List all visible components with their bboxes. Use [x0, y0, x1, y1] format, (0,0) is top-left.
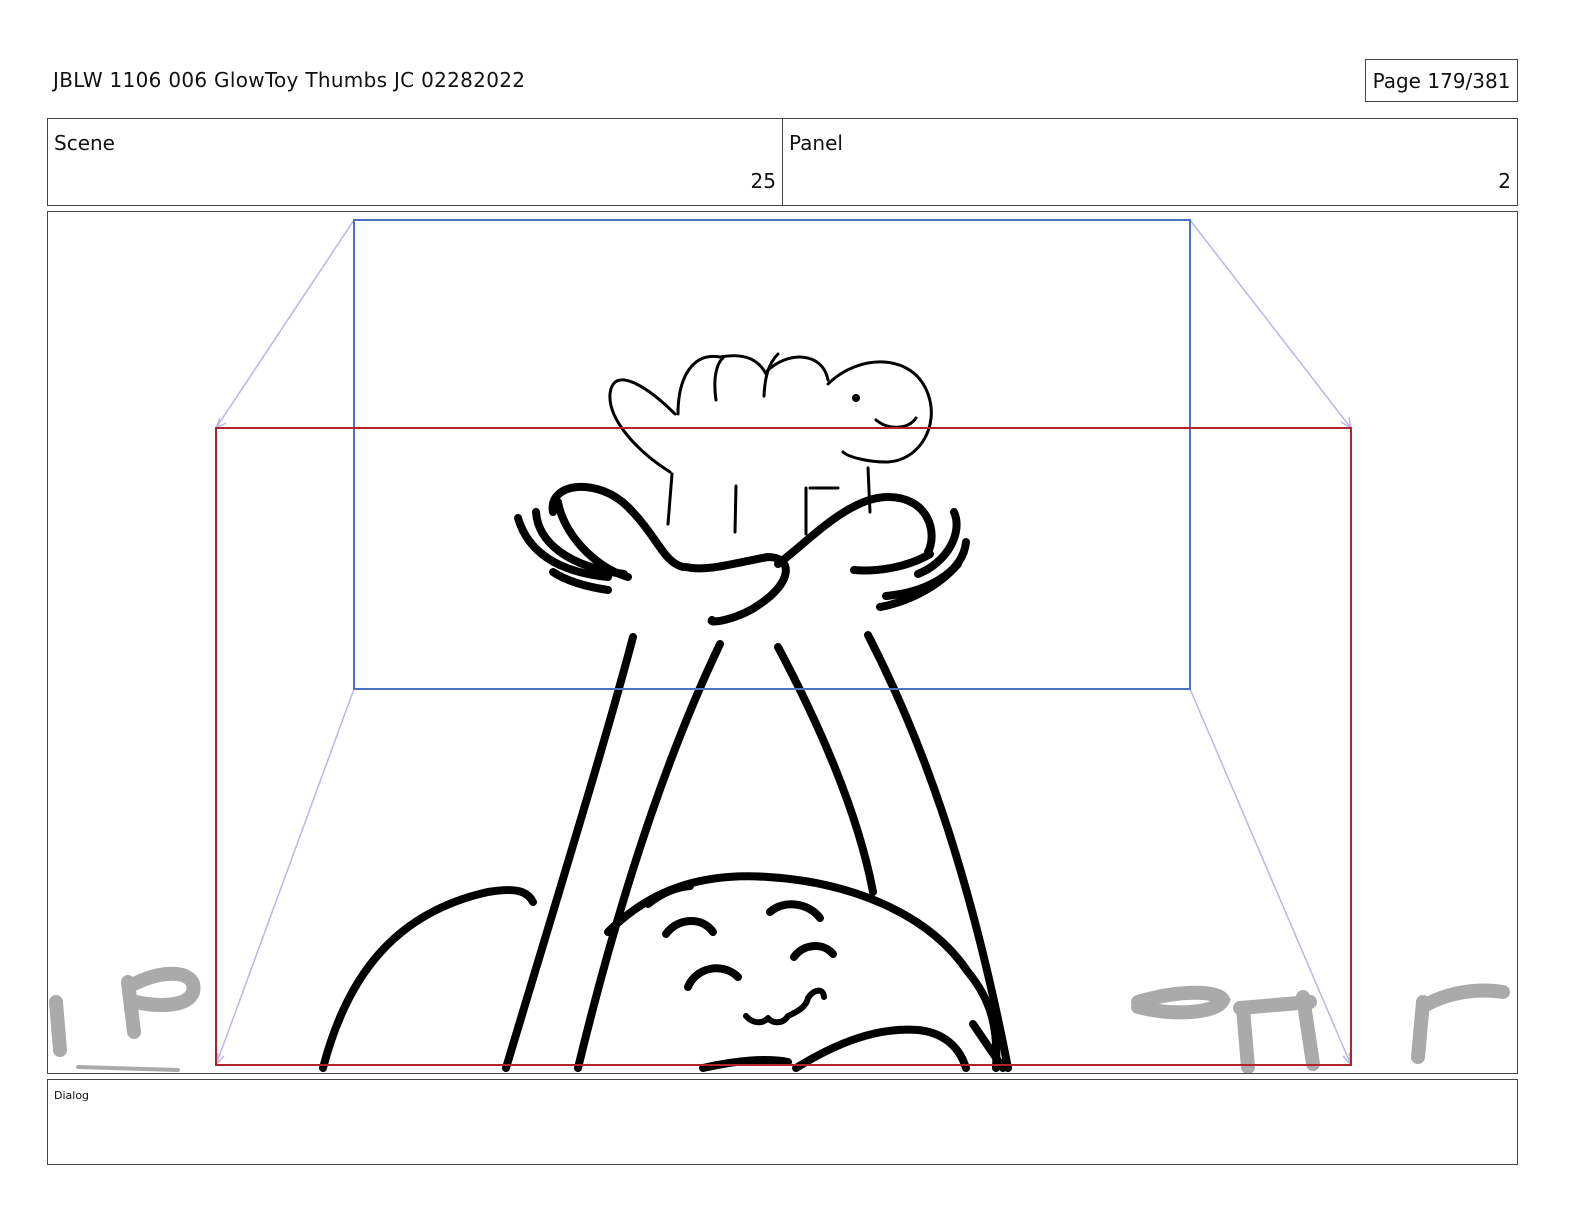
camera-move-guides [215, 219, 1352, 1066]
panel-number: 2 [1498, 169, 1511, 193]
page-indicator: Page 179/381 [1365, 59, 1518, 102]
dialog-box: Dialog [47, 1079, 1518, 1165]
dialog-label: Dialog [54, 1089, 90, 1102]
scene-cell: Scene 25 [48, 119, 782, 205]
camera-frame-start [353, 219, 1191, 690]
scene-number: 25 [750, 169, 776, 193]
scene-panel-info-row: Scene 25 Panel 2 [47, 118, 1518, 206]
storyboard-panel-frame [47, 211, 1518, 1074]
camera-frame-end [215, 427, 1352, 1066]
scene-label: Scene [54, 131, 115, 155]
character-sketch [319, 352, 1012, 1072]
panel-cell: Panel 2 [782, 119, 1517, 205]
document-title: JBLW 1106 006 GlowToy Thumbs JC 02282022 [53, 68, 526, 92]
storyboard-sketch [49, 219, 1510, 1073]
panel-label: Panel [789, 131, 843, 155]
